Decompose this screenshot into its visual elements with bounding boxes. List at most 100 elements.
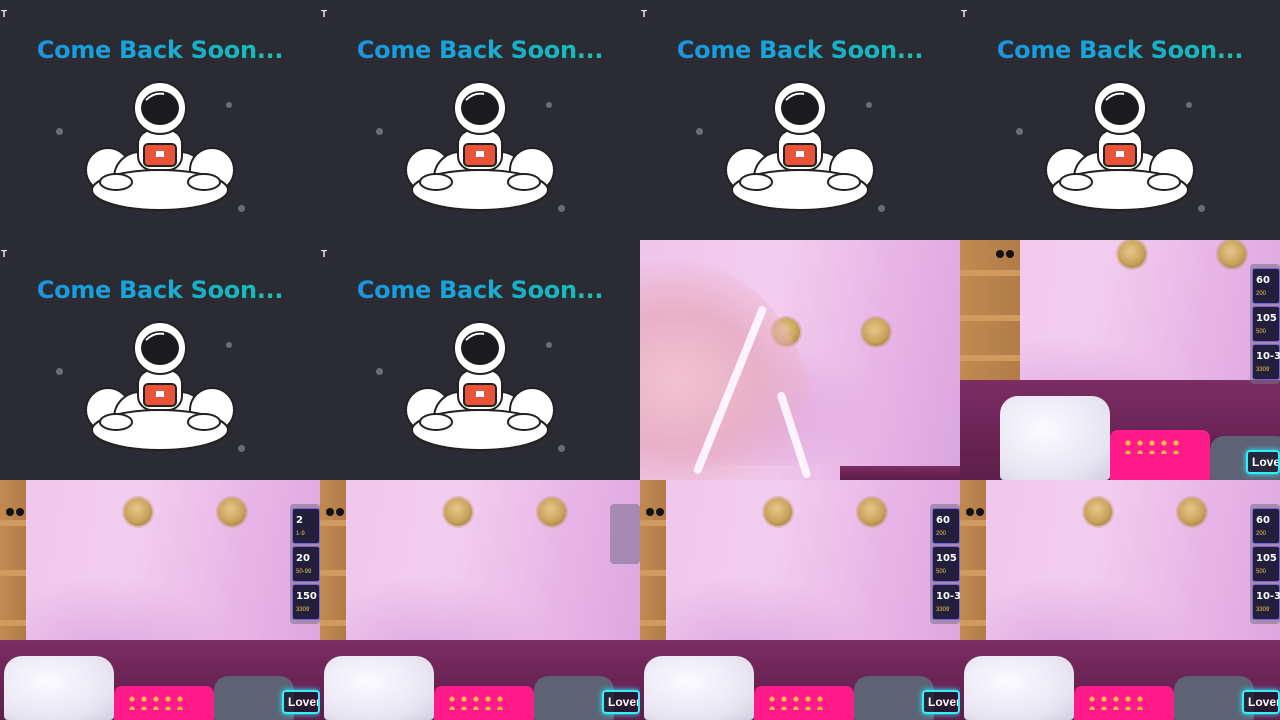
white-pillow [4, 656, 114, 720]
wall-decoration [1084, 498, 1112, 526]
star-dot [1186, 102, 1192, 108]
stream-tile-offline-6[interactable]: T Come Back Soon... [320, 240, 640, 480]
star-dot [226, 102, 232, 108]
tip-menu-panel: 60 200 105 500 10-30 3309 [930, 504, 960, 624]
astronaut-on-cloud-illustration [85, 81, 235, 211]
corner-mark: T [321, 9, 328, 20]
white-pillow [1000, 396, 1110, 480]
pink-pillow [754, 686, 854, 720]
mouse-ears-decoration [326, 508, 344, 518]
wall-decoration [1118, 240, 1146, 268]
star-dot [56, 128, 63, 135]
stream-tile-cam-room-5[interactable]: 60 200 105 500 10-30 3309 Lover [960, 480, 1280, 720]
corner-mark: T [1, 9, 8, 20]
tip-amount: 60 [936, 515, 950, 526]
come-back-soon-title: Come Back Soon... [960, 36, 1280, 64]
star-dot [226, 342, 232, 348]
tip-range: 3309 [296, 607, 310, 613]
tip-range: 200 [936, 531, 947, 537]
pink-pillow [1074, 686, 1174, 720]
tip-amount: 105 [1256, 313, 1277, 324]
stream-tile-offline-4[interactable]: T Come Back Soon... [960, 0, 1280, 240]
pink-pillow [114, 686, 214, 720]
tip-range: 3309 [1256, 607, 1270, 613]
corner-mark: T [961, 9, 968, 20]
multi-stream-grid: T Come Back Soon... T Come Back Soon... [0, 0, 1280, 720]
astronaut-on-cloud-illustration [1045, 81, 1195, 211]
corner-mark: T [641, 9, 648, 20]
star-dot [56, 368, 63, 375]
mouse-ears-decoration [966, 508, 984, 518]
sofa [840, 466, 960, 480]
wall-decoration [218, 498, 246, 526]
wall-decoration [538, 498, 566, 526]
wall-decoration [124, 498, 152, 526]
white-pillow [644, 656, 754, 720]
white-pillow [964, 656, 1074, 720]
mouse-ears-decoration [996, 250, 1014, 260]
come-back-soon-title: Come Back Soon... [0, 36, 320, 64]
tip-range: 1-9 [296, 531, 305, 537]
wall-decoration [1178, 498, 1206, 526]
stream-tile-cam-room-4[interactable]: 60 200 105 500 10-30 3309 Lover [640, 480, 960, 720]
corner-mark: T [321, 249, 328, 260]
stream-tile-offline-1[interactable]: T Come Back Soon... [0, 0, 320, 240]
tip-amount: 105 [1256, 553, 1277, 564]
corner-mark: T [1, 249, 8, 260]
star-dot [866, 102, 872, 108]
stream-tile-offline-2[interactable]: T Come Back Soon... [320, 0, 640, 240]
tip-amount: 105 [936, 553, 957, 564]
star-dot [376, 128, 383, 135]
tip-range: 200 [1256, 291, 1267, 297]
lovense-neon-sign: Lover [602, 690, 640, 714]
come-back-soon-title: Come Back Soon... [640, 36, 960, 64]
come-back-soon-title: Come Back Soon... [320, 36, 640, 64]
wall-decoration [858, 498, 886, 526]
star-dot [376, 368, 383, 375]
astronaut-on-cloud-illustration [85, 321, 235, 451]
tip-menu-panel: 60 200 105 500 10-30 3309 [1250, 504, 1280, 624]
mouse-ears-decoration [6, 508, 24, 518]
tip-amount: 10-30 [1256, 351, 1280, 362]
tip-menu-panel [610, 504, 640, 564]
lovense-neon-sign: Lover [1246, 450, 1280, 474]
tip-range: 200 [1256, 531, 1267, 537]
star-dot [1016, 128, 1023, 135]
astronaut-on-cloud-illustration [725, 81, 875, 211]
pink-pillow [434, 686, 534, 720]
lovense-neon-sign: Lover [1242, 690, 1280, 714]
star-dot [558, 445, 565, 452]
wall-decoration [1218, 240, 1246, 268]
tip-amount: 150 [296, 591, 317, 602]
tip-range: 500 [1256, 329, 1267, 335]
wall-decoration [444, 498, 472, 526]
pink-pillow [1110, 430, 1210, 480]
tip-menu-panel: 2 1-9 20 50-99 150 3309 [290, 504, 320, 624]
tip-range: 50-99 [296, 569, 312, 575]
star-dot [1198, 205, 1205, 212]
star-dot [878, 205, 885, 212]
astronaut-on-cloud-illustration [405, 81, 555, 211]
astronaut-on-cloud-illustration [405, 321, 555, 451]
stream-tile-offline-3[interactable]: T Come Back Soon... [640, 0, 960, 240]
stream-tile-cam-room-3[interactable]: Lover [320, 480, 640, 720]
star-dot [696, 128, 703, 135]
stream-tile-cam-room-1[interactable]: 60 200 105 500 10-30 3309 Lover [960, 240, 1280, 480]
tip-range: 3309 [1256, 367, 1270, 373]
stream-tile-cam-room-2[interactable]: 2 1-9 20 50-99 150 3309 Lover [0, 480, 320, 720]
star-dot [238, 445, 245, 452]
wall-decoration [764, 498, 792, 526]
stream-tile-cam-closeup[interactable] [640, 240, 960, 480]
star-dot [546, 342, 552, 348]
star-dot [546, 102, 552, 108]
star-dot [558, 205, 565, 212]
tip-range: 500 [936, 569, 947, 575]
stream-tile-offline-5[interactable]: T Come Back Soon... [0, 240, 320, 480]
tip-amount: 60 [1256, 275, 1270, 286]
white-pillow [324, 656, 434, 720]
tip-amount: 60 [1256, 515, 1270, 526]
tip-menu-panel: 60 200 105 500 10-30 3309 [1250, 264, 1280, 384]
come-back-soon-title: Come Back Soon... [0, 276, 320, 304]
wall-decoration [862, 318, 890, 346]
tip-range: 3309 [936, 607, 950, 613]
